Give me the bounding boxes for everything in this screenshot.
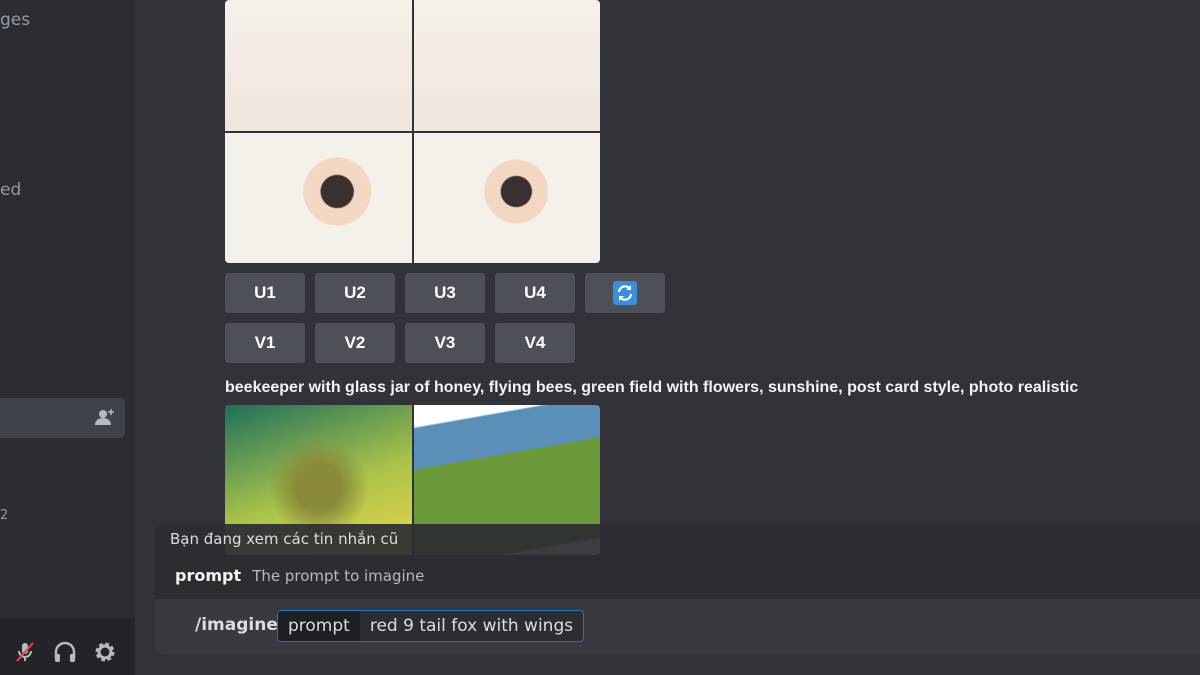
- parameter-value[interactable]: red 9 tail fox with wings: [360, 611, 583, 641]
- reroll-button[interactable]: [585, 273, 665, 313]
- upscale-4-button[interactable]: U4: [495, 273, 575, 313]
- upscale-3-button[interactable]: U3: [405, 273, 485, 313]
- sidebar-item[interactable]: ges: [0, 10, 30, 30]
- upscale-2-button[interactable]: U2: [315, 273, 395, 313]
- sidebar-item[interactable]: ed: [0, 180, 21, 200]
- variation-2-button[interactable]: V2: [315, 323, 395, 363]
- message-prompt-text: beekeeper with glass jar of honey, flyin…: [225, 379, 1079, 396]
- viewing-older-messages-banner[interactable]: Bạn đang xem các tin nhắn cũ: [155, 524, 1200, 556]
- microphone-muted-icon[interactable]: [13, 640, 37, 664]
- upscale-1-button[interactable]: U1: [225, 273, 305, 313]
- add-friend-icon[interactable]: [95, 408, 115, 426]
- direct-message-row[interactable]: [0, 398, 125, 438]
- option-description: The prompt to imagine: [252, 567, 425, 585]
- gear-icon[interactable]: [93, 640, 117, 664]
- option-name: prompt: [175, 566, 242, 585]
- message-input[interactable]: /imagine prompt red 9 tail fox with wing…: [155, 599, 1200, 654]
- generated-image[interactable]: [413, 132, 600, 263]
- headphones-icon[interactable]: [53, 640, 77, 664]
- generated-image[interactable]: [225, 132, 412, 263]
- generated-image[interactable]: [225, 0, 412, 131]
- prompt-parameter-field[interactable]: prompt red 9 tail fox with wings: [277, 610, 585, 642]
- generated-image[interactable]: [413, 0, 600, 131]
- parameter-label: prompt: [278, 611, 360, 641]
- sidebar-item[interactable]: 2: [0, 508, 8, 523]
- command-option-hint: prompt The prompt to imagine: [155, 555, 1200, 599]
- variation-3-button[interactable]: V3: [405, 323, 485, 363]
- variation-4-button[interactable]: V4: [495, 323, 575, 363]
- channel-sidebar: ges ed 2: [0, 0, 135, 675]
- slash-command: /imagine: [195, 615, 278, 635]
- variation-1-button[interactable]: V1: [225, 323, 305, 363]
- refresh-icon: [613, 281, 637, 305]
- generated-image-grid[interactable]: [225, 0, 600, 263]
